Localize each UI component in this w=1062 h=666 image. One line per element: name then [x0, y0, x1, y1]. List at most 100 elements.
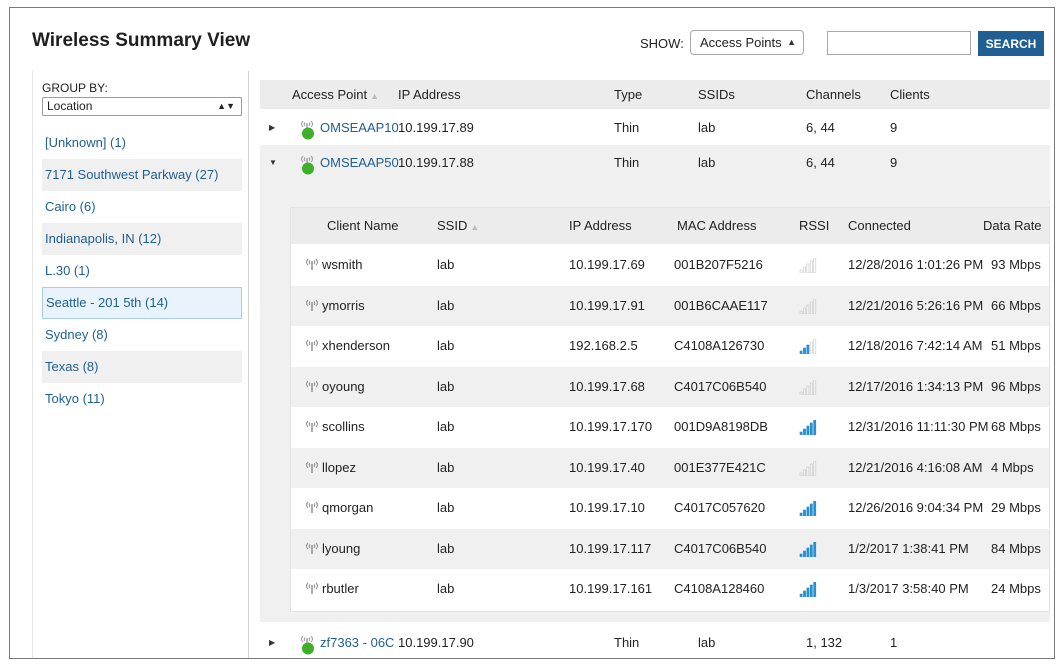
expand-caret-icon[interactable]: ▶	[269, 625, 275, 658]
ap-ssids: lab	[698, 635, 716, 650]
ap-row[interactable]: ▶ OMSEAAP10 10.199.17.89 Thin lab 6, 44 9	[260, 110, 1050, 145]
column-rssi[interactable]: RSSI	[799, 208, 829, 244]
ap-ip: 10.199.17.90	[398, 635, 474, 650]
client-row[interactable]: lyoung lab 10.199.17.117 C4017C06B540 1/2/20…	[291, 528, 1049, 569]
group-by-select[interactable]: Location ▲▼	[42, 97, 242, 116]
column-type[interactable]: Type	[614, 80, 642, 109]
client-name: qmorgan	[322, 500, 374, 515]
client-connected: 12/21/2016 4:16:08 AM	[848, 459, 983, 475]
client-row[interactable]: wsmith lab 10.199.17.69 001B207F5216 12/28/2…	[291, 245, 1049, 285]
location-item[interactable]: Indianapolis, IN (12)	[42, 223, 242, 255]
client-connected: 12/21/2016 5:26:16 PM	[848, 297, 984, 313]
location-item[interactable]: Seattle - 201 5th (14)	[42, 287, 242, 319]
client-connected: 12/18/2016 7:42:14 AM	[848, 338, 983, 353]
ap-name-link[interactable]: OMSEAAP10	[320, 110, 399, 145]
client-mac: 001B207F5216	[674, 257, 763, 272]
client-ip: 10.199.17.10	[569, 500, 645, 515]
client-data-rate: 96 Mbps	[991, 378, 1041, 394]
wireless-client-icon	[306, 380, 318, 392]
client-ip: 10.199.17.69	[569, 257, 645, 272]
client-connected: 12/26/2016 9:04:34 PM	[848, 500, 984, 515]
client-row[interactable]: scollins lab 10.199.17.170 001D9A8198DB 12/3…	[291, 407, 1049, 447]
client-data-rate: 4 Mbps	[991, 459, 1034, 475]
client-ssid: lab	[437, 500, 455, 515]
group-by-label: GROUP BY:	[42, 81, 108, 95]
client-name: oyoung	[322, 378, 365, 394]
client-ssid: lab	[437, 419, 455, 434]
column-client-ip[interactable]: IP Address	[569, 208, 632, 244]
ap-clients: 9	[890, 155, 898, 170]
sort-caret-icon: ▲	[470, 222, 480, 232]
rssi-signal-icon	[799, 379, 817, 395]
ap-name-link[interactable]: zf7363 - 06C	[320, 625, 394, 658]
access-point-online-icon	[301, 635, 314, 655]
search-button[interactable]: SEARCH	[978, 31, 1044, 56]
location-item[interactable]: [Unknown] (1)	[42, 127, 242, 159]
ap-channels: 6, 44	[806, 155, 835, 170]
column-access-point[interactable]: Access Point ▲	[292, 80, 379, 111]
ap-ssids: lab	[698, 155, 716, 170]
location-item[interactable]: L.30 (1)	[42, 255, 242, 287]
client-row[interactable]: llopez lab 10.199.17.40 001E377E421C 12/21/2…	[291, 447, 1049, 488]
client-name: lyoung	[322, 540, 361, 556]
client-data-rate: 51 Mbps	[991, 338, 1041, 353]
location-item[interactable]: 7171 Southwest Parkway (27)	[42, 159, 242, 191]
ap-table-header: Access Point ▲ IP Address Type SSIDs Chan…	[260, 80, 1050, 109]
client-data-rate: 68 Mbps	[991, 419, 1041, 434]
column-channels[interactable]: Channels	[806, 80, 861, 109]
client-ssid: lab	[437, 581, 455, 596]
client-row[interactable]: ymorris lab 10.199.17.91 001B6CAAE117 12/21/…	[291, 285, 1049, 326]
client-row[interactable]: qmorgan lab 10.199.17.10 C4017C057620 12/26/…	[291, 488, 1049, 528]
client-row[interactable]: oyoung lab 10.199.17.68 C4017C06B540 12/17/2…	[291, 366, 1049, 407]
column-client-name[interactable]: Client Name	[327, 208, 399, 244]
wireless-client-icon	[306, 299, 318, 311]
wireless-client-icon	[306, 461, 318, 473]
wireless-summary-frame: Wireless Summary View SHOW: Access Point…	[9, 7, 1055, 659]
client-row[interactable]: rbutler lab 10.199.17.161 C4108A128460 1/3/2…	[291, 569, 1049, 609]
location-item[interactable]: Cairo (6)	[42, 191, 242, 223]
client-ip: 10.199.17.91	[569, 297, 645, 313]
column-access-point-label: Access Point	[292, 87, 368, 102]
rssi-signal-icon	[799, 298, 817, 314]
location-item[interactable]: Texas (8)	[42, 351, 242, 383]
client-mac: C4108A126730	[674, 338, 765, 353]
column-ssids[interactable]: SSIDs	[698, 80, 735, 109]
client-ip: 10.199.17.161	[569, 581, 653, 596]
ap-name-link[interactable]: OMSEAAP50	[320, 145, 399, 180]
client-mac: 001D9A8198DB	[674, 419, 768, 434]
column-ssid-label: SSID	[437, 218, 468, 233]
location-item[interactable]: Sydney (8)	[42, 319, 242, 351]
client-data-rate: 84 Mbps	[991, 540, 1041, 556]
client-mac: 001E377E421C	[674, 459, 766, 475]
column-clients[interactable]: Clients	[890, 80, 930, 109]
show-select[interactable]: Access Points ▲	[690, 30, 804, 55]
expand-caret-icon[interactable]: ▶	[269, 110, 275, 145]
location-item[interactable]: Tokyo (11)	[42, 383, 242, 415]
column-data-rate[interactable]: Data Rate	[983, 208, 1042, 244]
column-mac-address[interactable]: MAC Address	[677, 208, 756, 244]
client-connected: 1/2/2017 1:38:41 PM	[848, 540, 969, 556]
location-list: [Unknown] (1) 7171 Southwest Parkway (27)…	[42, 127, 242, 415]
sort-caret-icon: ▲	[370, 91, 380, 101]
ap-row[interactable]: ▶ zf7363 - 06C 10.199.17.90 Thin lab 1, 132 1	[260, 625, 1050, 658]
ap-row[interactable]: ▼ OMSEAAP50 10.199.17.88 Thin lab 6, 44 9	[260, 145, 1050, 180]
ap-type: Thin	[614, 120, 640, 135]
client-ssid: lab	[437, 459, 455, 475]
access-point-panel: Access Point ▲ IP Address Type SSIDs Chan…	[260, 80, 1050, 658]
ap-type: Thin	[614, 155, 640, 170]
client-name: wsmith	[322, 257, 363, 272]
client-table-header: Client Name SSID ▲ IP Address MAC Address…	[291, 208, 1049, 244]
rssi-signal-icon	[799, 460, 817, 476]
client-ip: 10.199.17.68	[569, 378, 645, 394]
column-connected[interactable]: Connected	[848, 208, 911, 244]
client-name: ymorris	[322, 297, 365, 313]
client-ssid: lab	[437, 338, 455, 353]
ap-ip: 10.199.17.89	[398, 120, 474, 135]
collapse-caret-icon[interactable]: ▼	[269, 145, 277, 180]
column-ip-address[interactable]: IP Address	[398, 80, 461, 109]
search-input[interactable]	[827, 31, 971, 55]
client-row[interactable]: xhenderson lab 192.168.2.5 C4108A126730 12/1…	[291, 326, 1049, 366]
client-ssid: lab	[437, 257, 455, 272]
column-ssid[interactable]: SSID ▲	[437, 208, 479, 245]
ap-clients: 1	[890, 635, 898, 650]
